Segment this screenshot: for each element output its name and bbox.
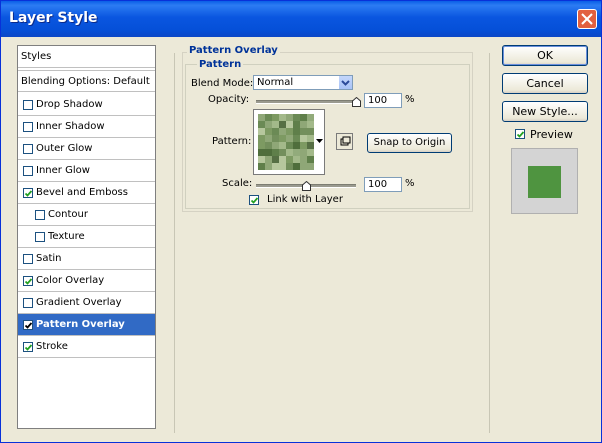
scale-percent: % <box>405 178 415 189</box>
opacity-slider-thumb[interactable] <box>352 97 361 107</box>
style-item-contour[interactable]: Contour <box>18 204 155 226</box>
style-checkbox[interactable] <box>23 121 33 132</box>
pattern-picker[interactable] <box>253 109 325 175</box>
section-divider-left <box>174 53 175 433</box>
style-item-label: Contour <box>48 209 88 220</box>
style-item-drop-shadow[interactable]: Drop Shadow <box>18 94 155 116</box>
styles-header-label: Styles <box>21 51 52 62</box>
style-preview <box>511 148 578 214</box>
style-item-label: Stroke <box>36 341 68 352</box>
scale-slider-thumb[interactable] <box>302 181 311 191</box>
preview-checkbox[interactable] <box>515 129 525 139</box>
opacity-slider-track[interactable] <box>256 100 356 104</box>
style-checkbox[interactable] <box>23 319 33 330</box>
opacity-value: 100 <box>368 95 388 106</box>
section-divider-right <box>489 53 490 433</box>
preview-label[interactable]: Preview <box>530 128 573 141</box>
style-item-label: Inner Shadow <box>36 121 105 132</box>
title-bar[interactable]: Layer Style <box>1 1 601 37</box>
close-icon <box>581 13 593 25</box>
style-item-gradient-overlay[interactable]: Gradient Overlay <box>18 292 155 314</box>
style-item-inner-shadow[interactable]: Inner Shadow <box>18 116 155 138</box>
scale-label: Scale: <box>222 178 253 189</box>
style-item-stroke[interactable]: Stroke <box>18 336 155 358</box>
link-with-layer-label[interactable]: Link with Layer <box>267 194 343 205</box>
style-item-label: Satin <box>36 253 62 264</box>
checkmark-icon <box>250 197 259 204</box>
scale-input[interactable]: 100 <box>364 177 402 192</box>
style-checkbox[interactable] <box>23 275 33 286</box>
style-item-outer-glow[interactable]: Outer Glow <box>18 138 155 160</box>
opacity-input[interactable]: 100 <box>364 93 402 108</box>
new-preset-icon <box>340 136 351 146</box>
preview-swatch <box>528 166 561 198</box>
style-item-label: Outer Glow <box>36 143 93 154</box>
blend-mode-label: Blend Mode: <box>191 78 254 89</box>
section-title: Pattern Overlay <box>187 45 280 56</box>
style-item-label: Pattern Overlay <box>36 319 125 330</box>
layer-style-dialog: Layer Style Styles Blending Options: Def… <box>0 0 602 443</box>
style-item-satin[interactable]: Satin <box>18 248 155 270</box>
blend-mode-select[interactable]: Normal <box>253 75 353 90</box>
blending-options-label: Blending Options: Default <box>21 75 150 87</box>
style-checkbox[interactable] <box>23 253 33 264</box>
style-checkbox[interactable] <box>23 143 33 154</box>
pattern-swatch <box>258 114 314 170</box>
styles-list: Styles Blending Options: Default Drop Sh… <box>17 45 156 429</box>
blending-options[interactable]: Blending Options: Default <box>18 70 155 92</box>
snap-to-origin-button[interactable]: Snap to Origin <box>367 133 452 153</box>
scale-value: 100 <box>368 179 388 190</box>
checkmark-icon <box>516 131 525 138</box>
new-preset-button[interactable] <box>336 133 353 150</box>
link-with-layer-checkbox[interactable] <box>249 195 259 205</box>
style-checkbox[interactable] <box>23 341 33 352</box>
style-item-texture[interactable]: Texture <box>18 226 155 248</box>
style-item-label: Bevel and Emboss <box>36 187 128 198</box>
close-button[interactable] <box>577 9 597 29</box>
cancel-button[interactable]: Cancel <box>502 73 588 94</box>
opacity-percent: % <box>405 94 415 105</box>
pattern-label: Pattern: <box>212 136 252 147</box>
styles-header[interactable]: Styles <box>18 46 155 68</box>
style-item-label: Texture <box>48 231 85 242</box>
style-item-inner-glow[interactable]: Inner Glow <box>18 160 155 182</box>
checkmark-icon <box>24 277 33 285</box>
style-checkbox[interactable] <box>23 297 33 308</box>
pattern-dropdown-icon[interactable] <box>316 139 323 144</box>
window-title: Layer Style <box>9 10 98 26</box>
opacity-label: Opacity: <box>208 94 250 105</box>
style-item-label: Gradient Overlay <box>36 297 122 308</box>
style-item-bevel-and-emboss[interactable]: Bevel and Emboss <box>18 182 155 204</box>
style-checkbox[interactable] <box>23 165 33 176</box>
chevron-down-icon <box>338 76 352 89</box>
style-item-label: Color Overlay <box>36 275 105 286</box>
new-style-button[interactable]: New Style... <box>502 101 588 122</box>
style-checkbox[interactable] <box>35 231 45 242</box>
blend-mode-value: Normal <box>257 77 294 88</box>
ok-button[interactable]: OK <box>502 45 588 66</box>
style-item-label: Drop Shadow <box>36 99 103 110</box>
checkmark-icon <box>24 343 33 351</box>
style-item-pattern-overlay[interactable]: Pattern Overlay <box>18 314 155 336</box>
style-checkbox[interactable] <box>35 209 45 220</box>
style-item-label: Inner Glow <box>36 165 90 176</box>
pattern-group-title: Pattern <box>197 59 244 70</box>
style-item-color-overlay[interactable]: Color Overlay <box>18 270 155 292</box>
checkmark-icon <box>24 321 33 329</box>
style-checkbox[interactable] <box>23 99 33 110</box>
checkmark-icon <box>24 189 33 197</box>
style-checkbox[interactable] <box>23 187 33 198</box>
